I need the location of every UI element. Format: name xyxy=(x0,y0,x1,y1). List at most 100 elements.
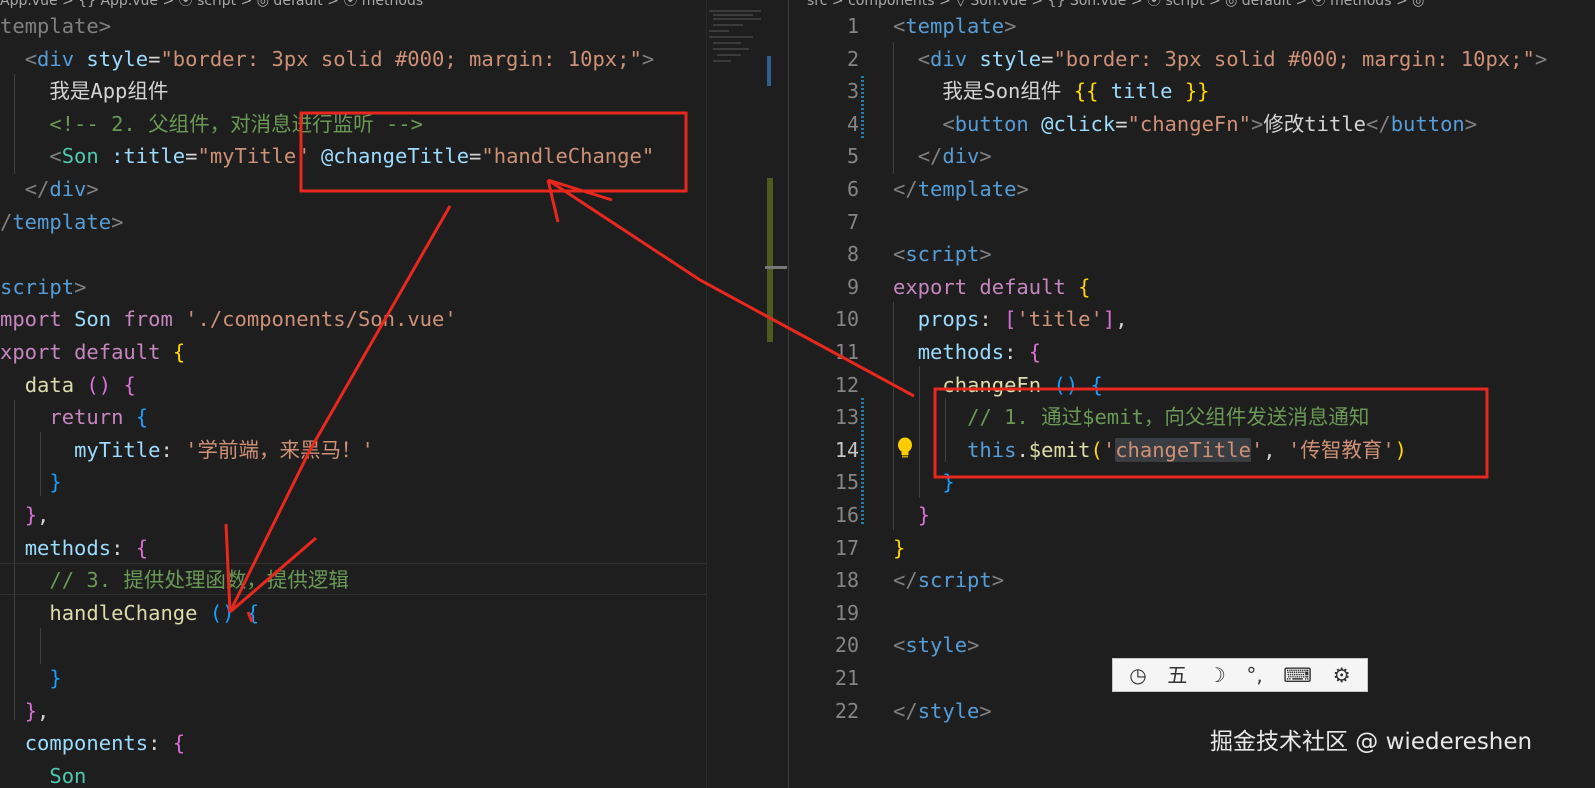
code-token: div xyxy=(37,46,75,71)
right-breadcrumb[interactable]: src > components > ▽ Son.vue > {} Son.vu… xyxy=(807,0,1424,9)
code-line[interactable]: <!-- 2. 父组件，对消息进行监听 --> xyxy=(0,108,423,140)
code-line[interactable]: methods: { xyxy=(893,336,1041,368)
code-line[interactable]: data () { xyxy=(0,369,136,401)
minimap-line xyxy=(709,10,761,12)
code-line[interactable]: 我是App组件 xyxy=(0,75,168,107)
code-line[interactable]: this.$emit('changeTitle', '传智教育') xyxy=(893,434,1407,466)
code-line[interactable]: }, xyxy=(0,499,50,531)
minimap-line xyxy=(713,48,749,50)
code-line[interactable]: </style> xyxy=(893,695,992,727)
code-token: </ xyxy=(893,698,918,723)
code-token: () xyxy=(209,600,235,625)
code-token: > xyxy=(991,568,1005,593)
code-line[interactable]: return { xyxy=(0,401,148,433)
wubi-icon[interactable]: 五 xyxy=(1167,665,1187,685)
code-token: : xyxy=(1004,340,1029,364)
code-line[interactable]: 我是Son组件 {{ title }} xyxy=(893,75,1209,107)
code-token: div xyxy=(49,177,87,201)
moon-icon[interactable]: ☽ xyxy=(1208,665,1226,685)
code-line[interactable]: </div> xyxy=(0,173,99,205)
speed-icon[interactable]: ◷ xyxy=(1129,665,1146,685)
code-line[interactable]: myTitle: '学前端，来黑马！' xyxy=(0,434,374,466)
code-line[interactable]: } xyxy=(893,532,905,564)
code-line[interactable]: changeFn () { xyxy=(893,369,1102,401)
code-line[interactable]: xport default { xyxy=(0,336,185,368)
code-token: { xyxy=(123,372,136,397)
keyboard-icon[interactable]: ⌨ xyxy=(1283,665,1312,685)
code-line[interactable]: mport Son from './components/Son.vue' xyxy=(0,303,457,335)
code-token: </ xyxy=(893,177,918,201)
code-line[interactable]: <Son :title="myTitle" @changeTitle="hand… xyxy=(0,140,654,172)
change-marker xyxy=(767,178,773,342)
code-line[interactable]: template> xyxy=(0,10,111,42)
left-editor[interactable]: App.vue > {} App.vue > ⦿ script > ◎ defa… xyxy=(0,0,706,788)
code-line[interactable]: export default { xyxy=(893,271,1091,303)
git-modified-gutter xyxy=(861,76,864,140)
code-line[interactable]: <style> xyxy=(893,629,979,661)
code-token: template> xyxy=(0,14,112,38)
code-line[interactable]: components: { xyxy=(0,727,185,759)
code-line[interactable]: <template> xyxy=(893,10,1016,42)
scrollbar-thumb[interactable] xyxy=(767,56,771,86)
code-line[interactable]: props: ['title'], xyxy=(893,303,1128,335)
code-line[interactable]: } xyxy=(893,499,930,531)
code-token: template xyxy=(905,14,1005,38)
code-line[interactable]: script> xyxy=(0,271,86,303)
code-line[interactable]: </div> xyxy=(893,140,992,172)
code-line[interactable]: } xyxy=(0,662,61,694)
code-token: 修改title xyxy=(1263,111,1367,136)
code-token: script xyxy=(905,242,980,267)
line-number: 19 xyxy=(834,600,859,625)
code-token: > xyxy=(979,144,992,169)
line-number: 22 xyxy=(834,698,859,723)
code-line[interactable]: <script> xyxy=(893,238,992,270)
code-token: { xyxy=(246,600,260,625)
line-number: 6 xyxy=(846,177,859,201)
code-line[interactable]: <div style="border: 3px solid #000; marg… xyxy=(0,43,654,75)
code-line[interactable]: } xyxy=(893,466,954,498)
code-token: { xyxy=(172,340,186,364)
code-line[interactable]: /template> xyxy=(0,206,123,238)
code-line[interactable]: Son xyxy=(0,760,86,788)
code-token: = xyxy=(1115,111,1128,136)
gear-icon[interactable]: ⚙ xyxy=(1333,665,1351,685)
code-token: button xyxy=(1390,111,1465,136)
code-line[interactable]: } xyxy=(0,466,61,498)
code-token: < xyxy=(893,14,906,38)
code-line[interactable]: }, xyxy=(0,695,50,727)
line-number: 3 xyxy=(846,79,859,104)
ime-toolbar[interactable]: ◷ 五 ☽ °, ⌨ ⚙ xyxy=(1112,658,1368,692)
punctuation-icon[interactable]: °, xyxy=(1246,665,1262,685)
lightbulb-icon[interactable] xyxy=(894,436,916,460)
code-line[interactable]: // 3. 提供处理函数，提供逻辑 xyxy=(0,564,349,596)
code-line[interactable]: // 1. 通过$emit，向父组件发送消息通知 xyxy=(893,401,1369,433)
code-token: < xyxy=(893,633,906,658)
left-breadcrumb[interactable]: App.vue > {} App.vue > ⦿ script > ◎ defa… xyxy=(0,0,423,9)
line-number: 21 xyxy=(834,666,859,690)
code-token: "border: 3px solid #000; margin: 10px;" xyxy=(1053,46,1535,71)
code-line[interactable]: methods: { xyxy=(0,532,148,564)
line-number: 17 xyxy=(834,535,859,560)
code-token: style xyxy=(917,698,980,723)
code-token: export xyxy=(893,274,968,299)
code-token: > xyxy=(1464,111,1478,136)
code-line[interactable]: <button @click="changeFn">修改title</butto… xyxy=(893,108,1477,140)
code-line[interactable]: <div style="border: 3px solid #000; marg… xyxy=(893,43,1547,75)
code-token: () xyxy=(1053,372,1079,397)
code-line[interactable]: handleChange () { xyxy=(0,597,259,629)
minimap[interactable] xyxy=(706,0,789,788)
line-number: 1 xyxy=(846,14,859,38)
code-line[interactable]: </template> xyxy=(893,173,1029,205)
code-line[interactable]: </script> xyxy=(893,564,1004,596)
